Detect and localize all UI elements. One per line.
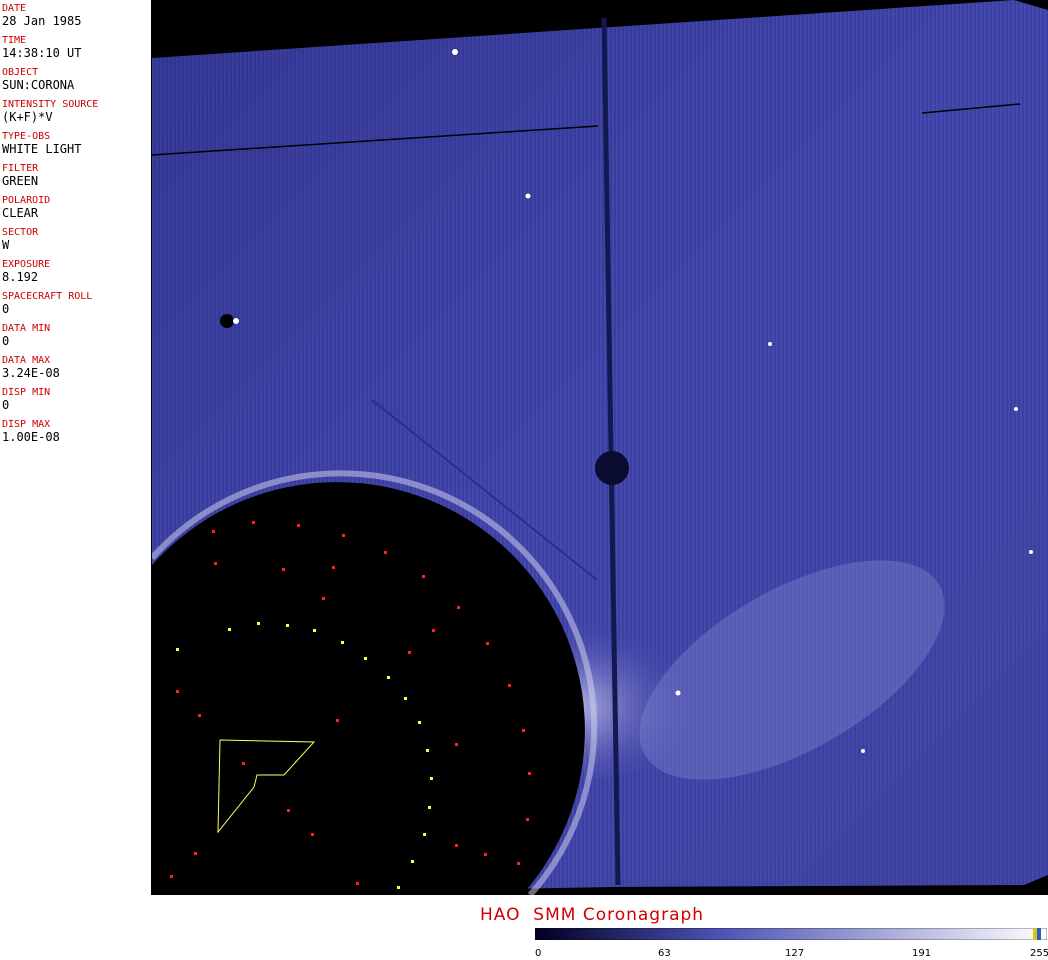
colorbar-tick-label: 127 (785, 948, 805, 959)
metadata-label: DATA MAX (2, 355, 51, 366)
metadata-field: TIME 14:38:10 UT (2, 35, 151, 67)
metadata-label: POLAROID (2, 195, 51, 206)
metadata-value: W (2, 238, 10, 252)
metadata-field: DATA MIN 0 (2, 323, 151, 355)
instrument-title: HAO SMM Coronagraph (480, 905, 705, 925)
metadata-label: TIME (2, 35, 27, 46)
metadata-value: 0 (2, 398, 10, 412)
metadata-value: 28 Jan 1985 (2, 14, 82, 28)
metadata-value: GREEN (2, 174, 39, 188)
metadata-panel: DATE 28 Jan 1985 TIME 14:38:10 UT OBJECT SUN:… (0, 0, 152, 895)
metadata-field: SPACECRAFT ROLL 0 (2, 291, 151, 323)
metadata-label: DISP MAX (2, 419, 51, 430)
metadata-label: INTENSITY SOURCE (2, 99, 99, 110)
metadata-field: DISP MAX 1.00E-08 (2, 419, 151, 451)
metadata-value: CLEAR (2, 206, 39, 220)
metadata-value: 8.192 (2, 270, 39, 284)
metadata-label: SECTOR (2, 227, 39, 238)
intensity-colorbar (535, 928, 1047, 940)
colorbar-tick-label: 63 (658, 948, 671, 959)
metadata-value: 3.24E-08 (2, 366, 60, 380)
colorbar-tick-label: 191 (912, 948, 932, 959)
metadata-label: DATA MIN (2, 323, 51, 334)
metadata-field: DISP MIN 0 (2, 387, 151, 419)
metadata-label: OBJECT (2, 67, 39, 78)
metadata-label: DATE (2, 3, 27, 14)
metadata-label: SPACECRAFT ROLL (2, 291, 93, 302)
metadata-field: POLAROID CLEAR (2, 195, 151, 227)
metadata-label: FILTER (2, 163, 39, 174)
metadata-field: SECTOR W (2, 227, 151, 259)
occulter-center (595, 451, 629, 485)
metadata-field: EXPOSURE 8.192 (2, 259, 151, 291)
metadata-field: DATE 28 Jan 1985 (2, 3, 151, 35)
metadata-field: DATA MAX 3.24E-08 (2, 355, 151, 387)
metadata-value: 1.00E-08 (2, 430, 60, 444)
metadata-label: TYPE-OBS (2, 131, 51, 142)
metadata-label: EXPOSURE (2, 259, 51, 270)
metadata-field: FILTER GREEN (2, 163, 151, 195)
metadata-field: INTENSITY SOURCE (K+F)*V (2, 99, 151, 131)
metadata-value: 14:38:10 UT (2, 46, 82, 60)
metadata-value: (K+F)*V (2, 110, 53, 124)
coronagraph-image (152, 0, 1048, 895)
colorbar-tick-label: 0 (535, 948, 542, 959)
metadata-field: OBJECT SUN:CORONA (2, 67, 151, 99)
metadata-value: 0 (2, 334, 10, 348)
metadata-value: SUN:CORONA (2, 78, 75, 92)
colorbar-tick-label: 255 (1030, 948, 1048, 959)
metadata-label: DISP MIN (2, 387, 51, 398)
metadata-value: 0 (2, 302, 10, 316)
metadata-value: WHITE LIGHT (2, 142, 82, 156)
metadata-field: TYPE-OBS WHITE LIGHT (2, 131, 151, 163)
